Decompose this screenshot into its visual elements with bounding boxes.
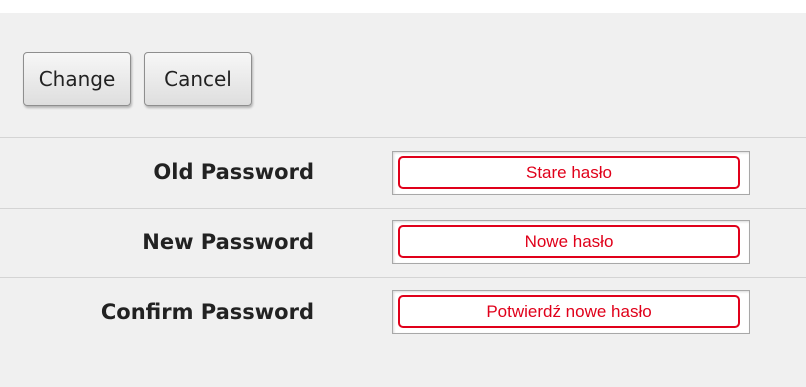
divider xyxy=(0,208,806,209)
confirm-password-label: Confirm Password xyxy=(100,300,314,324)
new-password-label: New Password xyxy=(142,230,314,254)
divider xyxy=(0,277,806,278)
confirm-password-input[interactable]: Potwierdź nowe hasło xyxy=(398,295,740,328)
old-password-field[interactable]: Stare hasło xyxy=(392,151,750,195)
old-password-input[interactable]: Stare hasło xyxy=(398,156,740,189)
new-password-field[interactable]: Nowe hasło xyxy=(392,220,750,264)
old-password-label: Old Password xyxy=(153,160,314,184)
change-password-panel: Change Cancel Old Password Stare hasło N… xyxy=(0,13,806,387)
divider xyxy=(0,137,806,138)
confirm-password-field[interactable]: Potwierdź nowe hasło xyxy=(392,290,750,334)
new-password-input[interactable]: Nowe hasło xyxy=(398,225,740,258)
change-button[interactable]: Change xyxy=(23,52,131,106)
cancel-button[interactable]: Cancel xyxy=(144,52,252,106)
